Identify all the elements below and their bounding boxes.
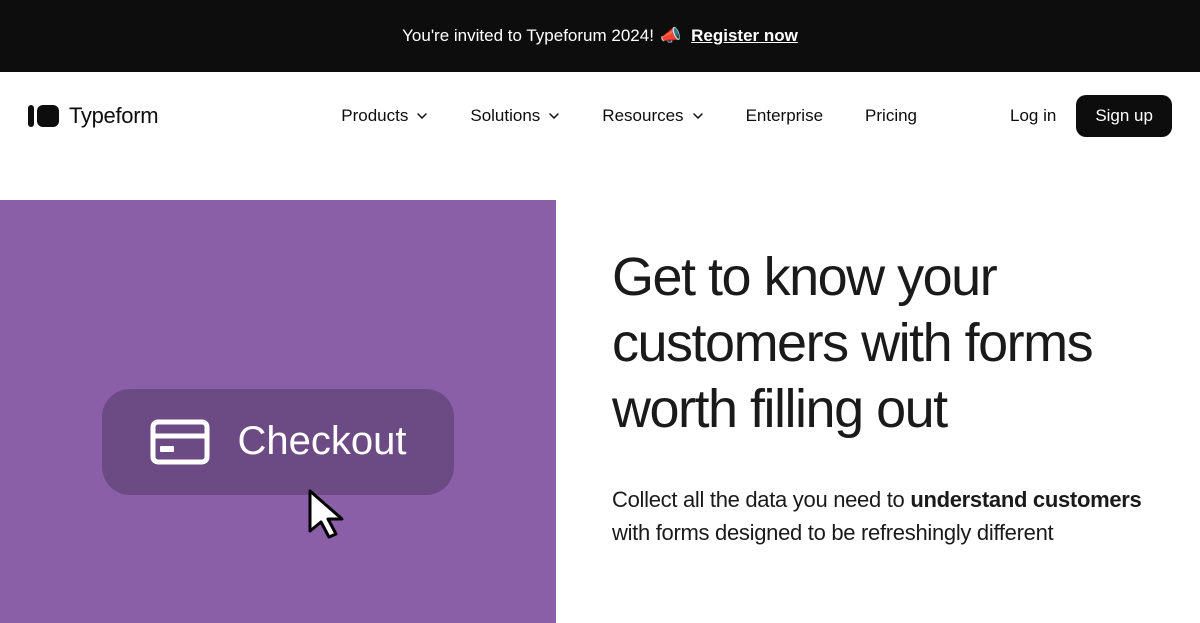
chevron-down-icon [416,110,428,122]
hero-headline: Get to know your customers with forms wo… [612,245,1160,443]
nav-center: Products Solutions Resources Enterprise … [251,106,917,126]
checkout-illustration-button: Checkout [102,389,455,495]
logo-text: Typeform [69,103,158,129]
nav-item-solutions[interactable]: Solutions [470,106,560,126]
hero-illustration: Checkout [0,200,556,623]
chevron-down-icon [548,110,560,122]
signup-button[interactable]: Sign up [1076,95,1172,137]
subtext-prefix: Collect all the data you need to [612,487,910,512]
nav-label: Solutions [470,106,540,126]
nav-item-resources[interactable]: Resources [602,106,703,126]
announcement-bar: You're invited to Typeforum 2024! 📣 Regi… [0,0,1200,72]
subtext-suffix: with forms designed to be refreshingly d… [612,520,1053,545]
chevron-down-icon [692,110,704,122]
hero-content: Get to know your customers with forms wo… [556,200,1200,623]
subtext-bold: understand customers [910,487,1141,512]
megaphone-icon: 📣 [660,26,681,46]
nav-item-enterprise[interactable]: Enterprise [746,106,823,126]
nav-label: Enterprise [746,106,823,126]
credit-card-icon [150,419,210,465]
hero-section: Checkout Get to know your customers with… [0,200,1200,623]
nav-label: Resources [602,106,683,126]
cursor-icon [302,485,352,545]
nav-item-products[interactable]: Products [341,106,428,126]
nav-right: Log in Sign up [1010,95,1172,137]
logo-mark-icon [28,105,59,127]
logo[interactable]: Typeform [28,103,158,129]
login-link[interactable]: Log in [1010,106,1056,126]
nav-item-pricing[interactable]: Pricing [865,106,917,126]
checkout-label: Checkout [238,419,407,464]
hero-subtext: Collect all the data you need to underst… [612,483,1160,549]
nav-label: Products [341,106,408,126]
announcement-text: You're invited to Typeforum 2024! [402,26,654,46]
main-navbar: Typeform Products Solutions Resources En… [0,72,1200,160]
announcement-register-link[interactable]: Register now [691,26,798,46]
nav-label: Pricing [865,106,917,126]
